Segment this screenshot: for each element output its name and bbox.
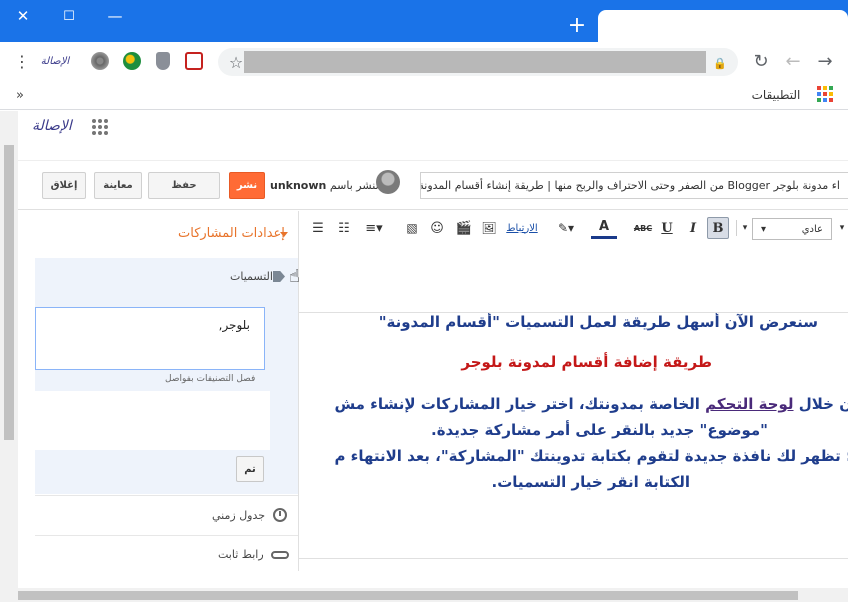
strikethrough-button[interactable]: ABC bbox=[632, 217, 654, 239]
content-line-6: الكتابة انقر خيار التسميات. bbox=[491, 473, 691, 491]
apps-menu-icon[interactable] bbox=[92, 119, 108, 135]
size-dropdown-caret[interactable]: ▾ bbox=[836, 217, 848, 239]
caret-down-icon[interactable] bbox=[280, 232, 288, 237]
font-select[interactable]: ▾ عادي bbox=[752, 218, 832, 240]
minimize-window-button[interactable]: — bbox=[92, 0, 138, 32]
publish-button[interactable]: نشر bbox=[229, 172, 265, 199]
link-icon bbox=[271, 551, 289, 559]
blogger-top-bar bbox=[18, 111, 848, 161]
post-settings-heading[interactable]: إعدادات المشاركات bbox=[178, 226, 285, 241]
author-name: unknown bbox=[270, 179, 327, 192]
italic-button[interactable]: I bbox=[684, 217, 702, 239]
clock-icon bbox=[273, 508, 287, 522]
highlight-color-icon[interactable]: ✎▾ bbox=[553, 217, 579, 239]
preview-button[interactable]: معاينة bbox=[94, 172, 142, 199]
avatar[interactable] bbox=[376, 170, 400, 194]
labels-suggestions bbox=[35, 391, 270, 450]
bullet-list-icon[interactable]: ☰ bbox=[310, 217, 326, 239]
underline-button[interactable]: U bbox=[658, 217, 676, 239]
toolbar-separator bbox=[736, 220, 737, 236]
numbered-list-icon[interactable]: ☷ bbox=[336, 217, 352, 239]
font-select-value: عادي bbox=[801, 223, 823, 235]
link-button[interactable]: الارتباط bbox=[505, 217, 539, 239]
content-line-3-suffix: الخاصة بمدونتك، اختر خيار المشاركات لإنش… bbox=[334, 395, 706, 413]
image-icon[interactable]: ▧ bbox=[404, 217, 420, 239]
content-line-4: "موضوع" جديد بالنقر على أمر مشاركة جديدة… bbox=[431, 421, 768, 439]
save-button[interactable]: حفظ bbox=[148, 172, 220, 199]
dashboard-link[interactable]: لوحة التحكم bbox=[705, 395, 793, 413]
browser-tab[interactable] bbox=[598, 10, 848, 42]
editor-toolbar-row2 bbox=[299, 247, 848, 313]
hand-cursor-icon: ☝ bbox=[289, 266, 300, 287]
labels-input[interactable]: بلوجر, bbox=[35, 307, 265, 370]
editor-footer bbox=[299, 558, 848, 588]
editor-content[interactable]: سنعرض الآن أسهل طريقة لعمل التسميات "أقس… bbox=[299, 313, 848, 561]
content-heading: طريقة إضافة أقسام لمدونة بلوجر bbox=[461, 353, 712, 371]
shield-extension-icon[interactable] bbox=[156, 52, 170, 70]
apps-shortcut-label[interactable]: التطبيقات bbox=[740, 84, 812, 106]
close-window-button[interactable]: ✕ bbox=[0, 0, 46, 32]
publish-as-label: unknown النشر باسم bbox=[270, 179, 382, 192]
gear-extension-icon[interactable] bbox=[91, 52, 109, 70]
bold-button[interactable]: B bbox=[707, 217, 729, 239]
labels-done-button[interactable]: تم bbox=[236, 456, 264, 482]
labels-heading[interactable]: التسميات bbox=[230, 270, 273, 283]
reload-icon[interactable]: ↻ bbox=[750, 50, 772, 72]
close-button[interactable]: إغلاق bbox=[42, 172, 86, 199]
emoji-icon[interactable]: ☺ bbox=[428, 217, 446, 239]
vertical-scrollbar-thumb[interactable] bbox=[4, 145, 14, 440]
horizontal-scrollbar-thumb[interactable] bbox=[18, 591, 798, 600]
content-line-1: سنعرض الآن أسهل طريقة لعمل التسميات "أقس… bbox=[378, 313, 818, 331]
bookmark-star-icon[interactable]: ☆ bbox=[226, 51, 246, 73]
post-title-input[interactable]: اء مدونة بلوجر Blogger من الصفر وحتى الا… bbox=[420, 172, 848, 199]
globe-extension-icon[interactable] bbox=[123, 52, 141, 70]
content-line-5: : تظهر لك نافذة جديدة لتقوم بكتابة تدوين… bbox=[334, 447, 848, 465]
permalink-label: رابط ثابت bbox=[218, 548, 264, 561]
align-icon[interactable]: ≡▾ bbox=[362, 217, 386, 239]
apps-grid-icon[interactable] bbox=[817, 86, 833, 102]
address-url[interactable] bbox=[244, 51, 706, 73]
font-select-caret: ▾ bbox=[761, 223, 767, 235]
new-tab-button[interactable]: + bbox=[562, 10, 592, 40]
back-icon[interactable]: ← bbox=[782, 50, 804, 72]
publish-as-prefix: النشر باسم bbox=[329, 179, 382, 192]
bookmarks-bar bbox=[0, 80, 848, 110]
content-line-3: ن خلال لوحة التحكم الخاصة بمدونتك، اختر … bbox=[334, 395, 848, 413]
font-dropdown-caret[interactable]: ▾ bbox=[739, 217, 751, 239]
blogger-logo[interactable]: الإصالة bbox=[32, 118, 72, 134]
content-line-3-prefix: ن خلال bbox=[793, 395, 848, 413]
browser-menu-icon[interactable]: ⋮ bbox=[12, 50, 32, 72]
extension-logo[interactable]: الإصالة bbox=[40, 50, 70, 72]
video-icon[interactable]: 🎬 bbox=[455, 217, 473, 239]
photo-icon[interactable]: 🖼 bbox=[480, 217, 498, 239]
forward-icon[interactable]: → bbox=[814, 50, 836, 72]
maximize-window-button[interactable]: ☐ bbox=[46, 0, 92, 32]
schedule-label: جدول زمني bbox=[212, 509, 266, 522]
lock-icon: 🔒 bbox=[713, 56, 727, 70]
text-color-button[interactable]: A bbox=[591, 217, 617, 239]
labels-hint: فصل التصنيفات بفواصل bbox=[165, 374, 256, 384]
bookmarks-overflow-icon[interactable]: » bbox=[12, 84, 28, 106]
pocket-extension-icon[interactable] bbox=[185, 52, 203, 70]
